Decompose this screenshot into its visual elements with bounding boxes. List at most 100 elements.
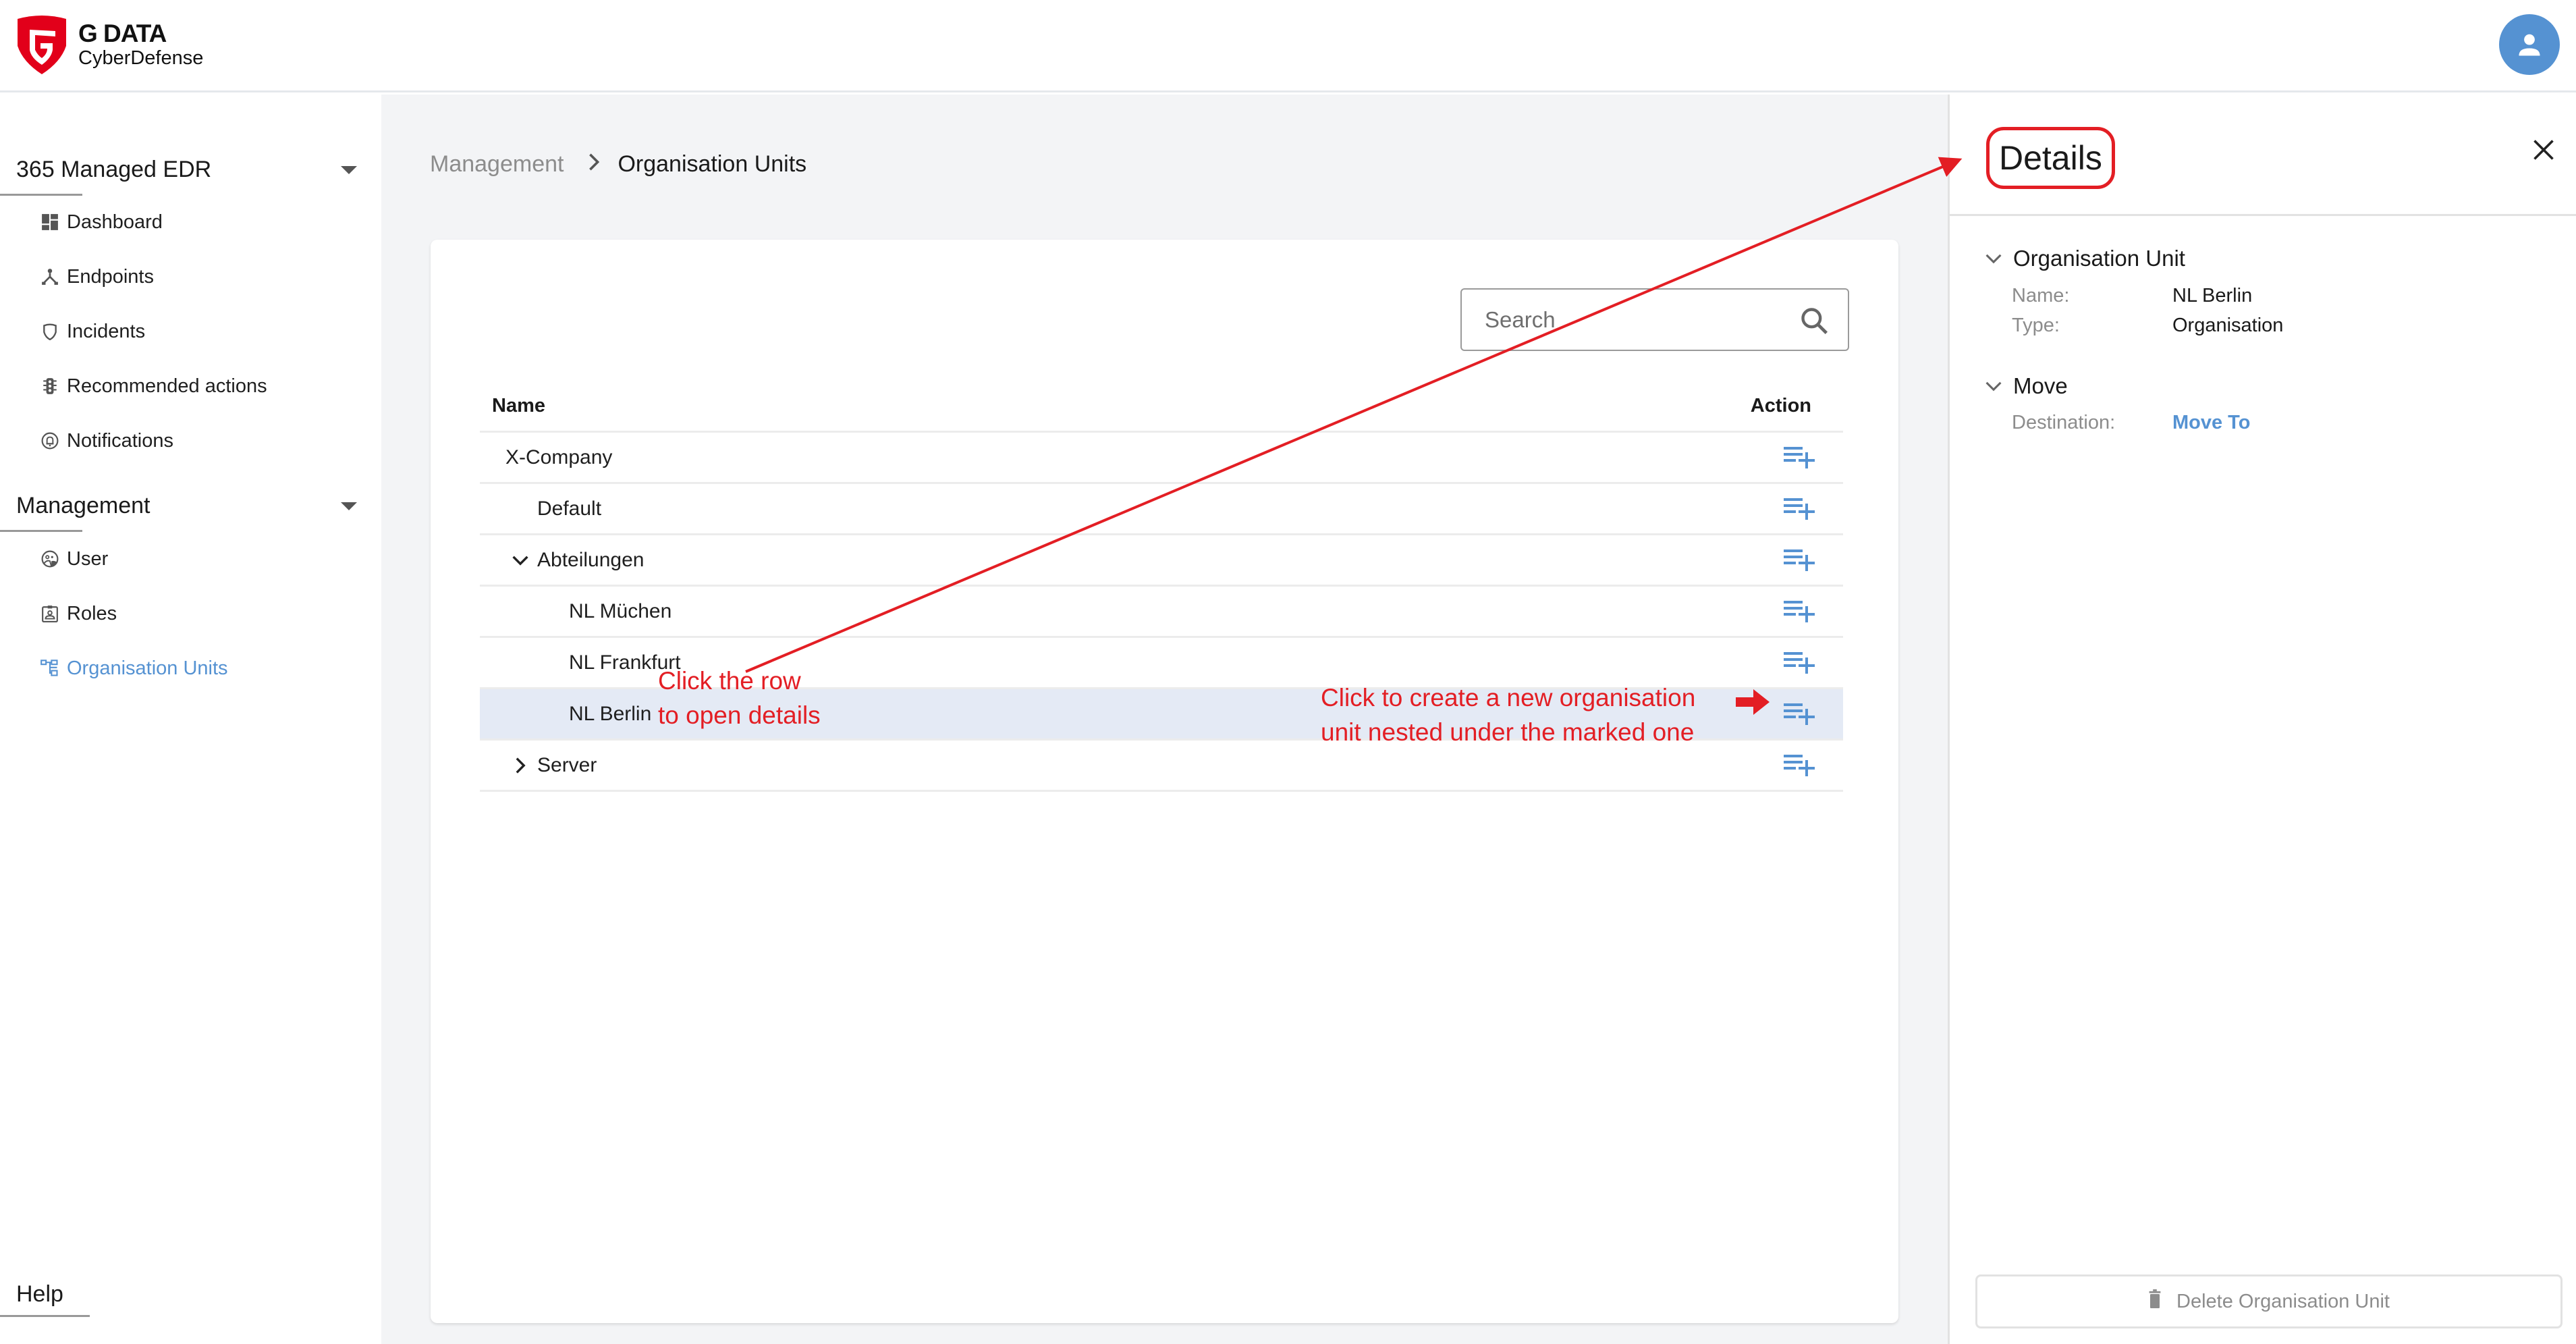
row-name-cell: NL Müchen [569,600,672,623]
breadcrumb: Management Organisation Units [430,151,806,178]
details-header: Details [1950,95,2576,216]
main-content: Management Organisation Units Name Actio… [381,95,1948,1344]
close-icon [2533,140,2554,160]
add-child-unit-button[interactable] [1784,752,1815,779]
table-header: Name Action [480,381,1843,433]
sidebar-item-recommended-actions[interactable]: Recommended actions [40,371,267,401]
add-child-unit-button[interactable] [1784,649,1815,676]
app-header: G DATA CyberDefense [0,0,2576,92]
row-name: X-Company [505,446,613,468]
chevron-right-icon [588,151,600,178]
breadcrumb-current: Organisation Units [618,151,807,177]
row-name-cell: NL Frankfurt [569,651,681,674]
row-name: Server [537,753,597,776]
add-child-unit-button[interactable] [1784,598,1815,625]
sidebar-item-label: User [67,547,109,570]
user-avatar-button[interactable] [2499,14,2560,75]
sidebar-item-label: Organisation Units [67,657,228,679]
row-name: NL Berlin [569,702,652,725]
add-child-list-icon [1784,549,1815,571]
table-row[interactable]: NL Müchen [480,587,1843,638]
row-name-cell: X-Company [505,446,612,469]
search-field[interactable] [1460,288,1849,351]
traffic-light-icon [40,377,59,396]
table-row[interactable]: Server [480,741,1843,792]
sidebar-item-label: Notifications [67,429,173,452]
row-name-cell: NL Berlin [569,703,651,726]
row-name-cell: Abteilungen [510,549,644,572]
nav-group-underline [0,194,82,196]
chevron-down-icon[interactable] [510,550,530,570]
move-to-link[interactable]: Move To [2172,412,2250,434]
section-title: Move [2013,373,2068,398]
add-child-unit-button[interactable] [1784,701,1815,728]
section-toggle-move[interactable]: Move [1983,373,2068,399]
sidebar-item-label: Roles [67,602,117,624]
row-name: NL Frankfurt [569,651,681,674]
sidebar-item-label: Recommended actions [67,375,267,397]
caret-down-icon[interactable] [341,502,357,510]
sidebar-item-dashboard[interactable]: Dashboard [40,207,163,237]
search-icon[interactable] [1799,306,1829,339]
org-units-card: Name Action X-Company Default Abteilungen N… [431,240,1898,1323]
logo-brand: G DATA [78,20,167,47]
add-child-list-icon [1784,703,1815,725]
table-row[interactable]: X-Company [480,433,1843,484]
add-child-list-icon [1784,600,1815,622]
gdata-shield-icon [18,16,66,74]
field-label-type: Type: [2012,315,2060,336]
delete-label: Delete Organisation Unit [2176,1290,2390,1312]
org-units-table: Name Action X-Company Default Abteilungen N… [480,381,1843,792]
dashboard-icon [40,213,59,232]
row-name: Abteilungen [537,548,645,571]
table-row[interactable]: Abteilungen [480,535,1843,587]
trash-icon [2148,1289,2162,1314]
nav-group-management[interactable]: Management [16,493,150,519]
column-header-action: Action [1750,395,1811,416]
table-row[interactable]: NL Berlin [480,689,1843,741]
table-row[interactable]: Default [480,484,1843,535]
gdata-logo[interactable]: G DATA CyberDefense [15,14,203,76]
sidebar-item-incidents[interactable]: Incidents [40,317,145,346]
add-child-list-icon [1784,651,1815,674]
bell-icon [40,431,59,450]
sidebar-item-notifications[interactable]: Notifications [40,426,173,456]
details-title: Details [1986,127,2115,189]
shield-icon [40,322,59,341]
add-child-unit-button[interactable] [1784,547,1815,574]
row-name: NL Müchen [569,599,672,622]
delete-organisation-unit-button[interactable]: Delete Organisation Unit [1975,1274,2563,1328]
chevron-down-icon [1983,376,2004,396]
add-child-unit-button[interactable] [1784,495,1815,522]
sidebar-item-label: Incidents [67,320,146,342]
sidebar-item-label: Dashboard [67,211,163,233]
row-name-cell: Default [537,498,601,520]
nav-group-underline [0,530,82,532]
sidebar-item-roles[interactable]: Roles [40,599,117,628]
help-link[interactable]: Help [16,1281,63,1308]
section-toggle-organisation-unit[interactable]: Organisation Unit [1983,246,2185,271]
section-title: Organisation Unit [2013,246,2185,271]
add-child-list-icon [1784,754,1815,776]
sidebar-item-organisation-units[interactable]: Organisation Units [40,653,228,683]
table-row[interactable]: NL Frankfurt [480,638,1843,689]
logo-subtitle: CyberDefense [78,47,204,69]
chevron-right-icon[interactable] [510,755,530,776]
sidebar-item-user[interactable]: User [40,544,108,574]
search-input[interactable] [1485,306,1782,333]
add-child-unit-button[interactable] [1784,444,1815,471]
column-header-name[interactable]: Name [492,395,545,417]
caret-down-icon[interactable] [341,166,357,174]
nav-group-managed-edr[interactable]: 365 Managed EDR [16,157,211,183]
sidebar-item-endpoints[interactable]: Endpoints [40,262,154,292]
breadcrumb-management[interactable]: Management [430,151,564,178]
details-panel: Details Organisation Unit Name: NL Berli… [1948,95,2576,1344]
chevron-down-icon [1983,248,2004,269]
add-child-list-icon [1784,498,1815,520]
close-button[interactable] [2530,136,2557,163]
user-icon [40,549,59,568]
help-underline [0,1315,90,1317]
sidebar: 365 Managed EDR Dashboard Endpoints Inci… [0,95,381,1344]
user-avatar-icon [2519,34,2540,56]
field-value-name: NL Berlin [2172,285,2253,306]
